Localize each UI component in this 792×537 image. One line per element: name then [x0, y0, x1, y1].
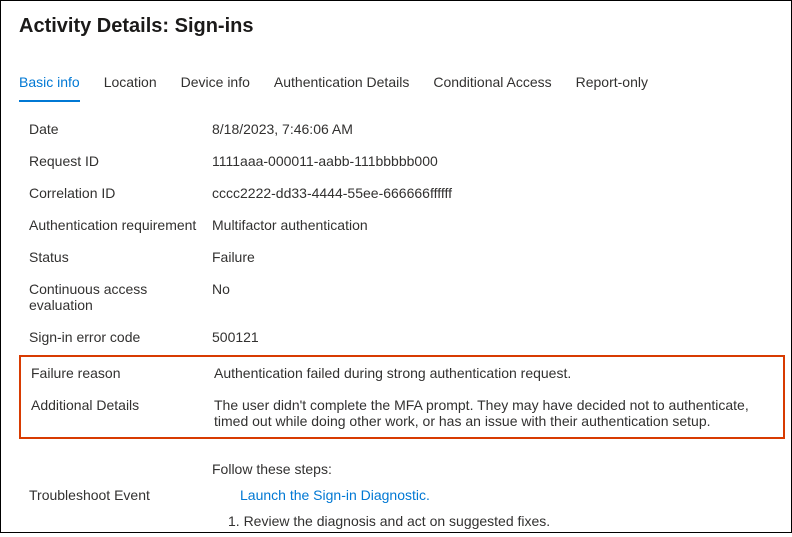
label-troubleshoot: Troubleshoot Event — [29, 487, 212, 503]
row-request-id: Request ID 1111aaa-000011-aabb-111bbbbb0… — [29, 145, 773, 177]
value-status: Failure — [212, 249, 773, 265]
highlighted-failure-box: Failure reason Authentication failed dur… — [19, 355, 785, 439]
troubleshoot-section: Troubleshoot Event Follow these steps: L… — [1, 443, 791, 537]
value-failure-reason: Authentication failed during strong auth… — [214, 365, 783, 381]
tab-location[interactable]: Location — [104, 68, 157, 102]
label-status: Status — [29, 249, 212, 265]
label-error-code: Sign-in error code — [29, 329, 212, 345]
value-auth-requirement: Multifactor authentication — [212, 217, 773, 233]
label-correlation-id: Correlation ID — [29, 185, 212, 201]
troubleshoot-content: Follow these steps: Launch the Sign-in D… — [212, 461, 773, 529]
label-date: Date — [29, 121, 212, 137]
row-correlation-id: Correlation ID cccc2222-dd33-4444-55ee-6… — [29, 177, 773, 209]
row-additional-details: Additional Details The user didn't compl… — [31, 389, 783, 437]
page-title: Activity Details: Sign-ins — [19, 15, 773, 38]
row-troubleshoot: Troubleshoot Event Follow these steps: L… — [29, 453, 773, 537]
tab-report-only[interactable]: Report-only — [576, 68, 648, 102]
row-status: Status Failure — [29, 241, 773, 273]
tab-authentication-details[interactable]: Authentication Details — [274, 68, 409, 102]
troubleshoot-follow-text: Follow these steps: — [212, 461, 773, 477]
page-header: Activity Details: Sign-ins — [1, 1, 791, 44]
row-error-code: Sign-in error code 500121 — [29, 321, 773, 353]
tab-conditional-access[interactable]: Conditional Access — [433, 68, 551, 102]
value-cae: No — [212, 281, 773, 297]
label-failure-reason: Failure reason — [31, 365, 214, 381]
row-auth-requirement: Authentication requirement Multifactor a… — [29, 209, 773, 241]
value-date: 8/18/2023, 7:46:06 AM — [212, 121, 773, 137]
value-additional-details: The user didn't complete the MFA prompt.… — [214, 397, 783, 429]
tab-basic-info[interactable]: Basic info — [19, 68, 80, 102]
row-cae: Continuous access evaluation No — [29, 273, 773, 321]
value-error-code: 500121 — [212, 329, 773, 345]
row-failure-reason: Failure reason Authentication failed dur… — [31, 357, 783, 389]
label-auth-requirement: Authentication requirement — [29, 217, 212, 233]
details-panel: Date 8/18/2023, 7:46:06 AM Request ID 11… — [1, 103, 791, 353]
troubleshoot-step-1: 1. Review the diagnosis and act on sugge… — [228, 513, 773, 529]
value-correlation-id: cccc2222-dd33-4444-55ee-666666ffffff — [212, 185, 773, 201]
row-date: Date 8/18/2023, 7:46:06 AM — [29, 113, 773, 145]
value-request-id: 1111aaa-000011-aabb-111bbbbb000 — [212, 153, 773, 169]
tab-device-info[interactable]: Device info — [181, 68, 250, 102]
label-cae: Continuous access evaluation — [29, 281, 212, 313]
label-request-id: Request ID — [29, 153, 212, 169]
label-additional-details: Additional Details — [31, 397, 214, 413]
tab-bar: Basic info Location Device info Authenti… — [1, 68, 791, 103]
launch-diagnostic-link[interactable]: Launch the Sign-in Diagnostic. — [240, 487, 773, 503]
